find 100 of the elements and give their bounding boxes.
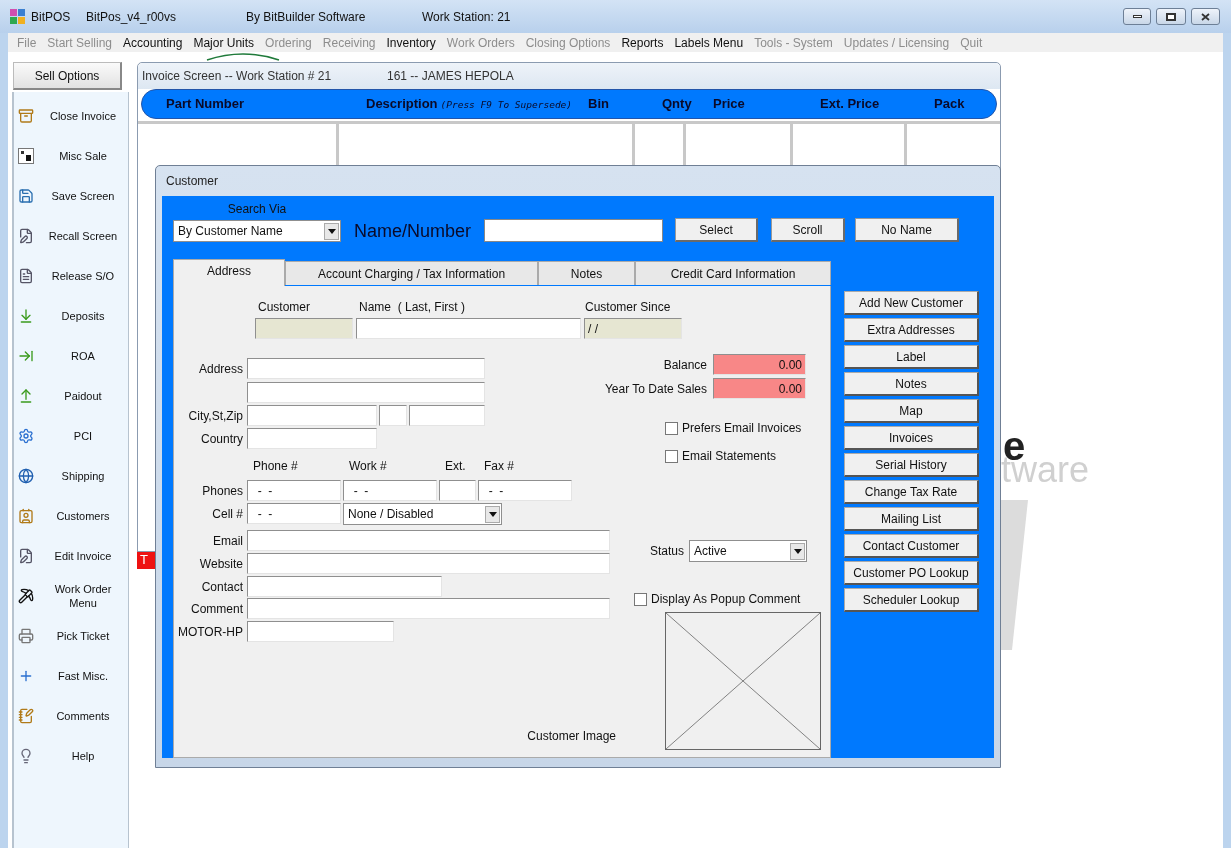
city-field[interactable] — [247, 405, 377, 426]
sidebar-item[interactable]: ROA — [14, 336, 128, 376]
comment-field[interactable] — [247, 598, 610, 619]
lightbulb-icon — [18, 748, 34, 764]
search-via-label: Search Via — [227, 201, 287, 218]
checkbox-label: Display As Popup Comment — [651, 591, 801, 608]
sidebar-item[interactable]: Save Screen — [14, 176, 128, 216]
pencil-document-icon — [18, 228, 34, 244]
dialog-button[interactable]: Select — [675, 218, 759, 242]
sidebar-item[interactable]: PCI — [14, 416, 128, 456]
sidebar-item[interactable]: Edit Invoice — [14, 536, 128, 576]
cell-carrier-dropdown[interactable]: None / Disabled — [343, 503, 502, 525]
printer-icon — [18, 628, 34, 644]
tab[interactable]: Notes — [538, 261, 635, 285]
field-label: Balance — [663, 356, 707, 374]
status-dropdown[interactable]: Active — [689, 540, 808, 562]
menu-item[interactable]: Reports — [621, 33, 664, 52]
down-arrow-icon — [18, 308, 34, 324]
menu-item[interactable]: Inventory — [386, 33, 436, 52]
column-label: Fax # — [484, 459, 514, 473]
motor-hp-field[interactable] — [247, 621, 394, 642]
sidebar-item[interactable]: Fast Misc. — [14, 656, 128, 696]
field-label: Customer Since — [584, 299, 672, 316]
zip-field[interactable] — [409, 405, 485, 426]
website-field[interactable] — [247, 553, 610, 574]
work-phone-field[interactable]: - - — [343, 480, 437, 501]
email-field[interactable] — [247, 530, 610, 551]
address-field[interactable] — [247, 382, 485, 403]
sidebar-item[interactable]: Shipping — [14, 456, 128, 496]
sidebar-item[interactable]: Recall Screen — [14, 216, 128, 256]
sidebar-item[interactable]: Customers — [14, 496, 128, 536]
sell-options-button[interactable]: Sell Options — [13, 62, 122, 90]
checkbox[interactable] — [665, 449, 678, 463]
action-button[interactable]: Label — [844, 345, 979, 369]
action-button[interactable]: Add New Customer — [844, 291, 979, 315]
action-button[interactable]: Invoices — [844, 426, 979, 450]
checkbox[interactable] — [634, 592, 647, 606]
sidebar-item[interactable]: Deposits — [14, 296, 128, 336]
field-label: Comment — [191, 600, 243, 618]
sidebar-item[interactable]: Paidout — [14, 376, 128, 416]
dialog-title: Customer — [166, 173, 218, 190]
tab[interactable]: Account Charging / Tax Information — [285, 261, 538, 285]
sidebar-item[interactable]: Comments — [14, 696, 128, 736]
action-button[interactable]: Change Tax Rate — [844, 480, 979, 504]
sidebar-item[interactable]: Misc Sale — [14, 136, 128, 176]
sidebar-item[interactable]: Release S/O — [14, 256, 128, 296]
notepad-icon — [18, 708, 34, 724]
column-header: Bin — [588, 95, 609, 114]
balance-field[interactable]: 0.00 — [713, 354, 806, 375]
field-label: MOTOR-HP — [177, 623, 243, 641]
fax-field[interactable]: - - — [478, 480, 572, 501]
field-label: Country — [200, 430, 243, 448]
menu-item[interactable]: Major Units — [193, 33, 255, 52]
dialog-button[interactable]: Scroll — [771, 218, 846, 242]
action-button[interactable]: Serial History — [844, 453, 979, 477]
action-button[interactable]: Scheduler Lookup — [844, 588, 979, 612]
state-field[interactable] — [379, 405, 407, 426]
customer-number-field[interactable] — [255, 318, 353, 339]
sidebar-item[interactable]: Pick Ticket — [14, 616, 128, 656]
minimize-button[interactable] — [1123, 8, 1151, 25]
window-title: BitPos_v4_r00vs — [86, 8, 178, 26]
app-logo-icon — [10, 9, 25, 24]
field-label: City,St,Zip — [188, 407, 243, 425]
close-button[interactable] — [1191, 8, 1220, 25]
tab[interactable]: Credit Card Information — [635, 261, 831, 285]
contact-card-icon — [18, 508, 34, 524]
column-label: Work # — [349, 459, 387, 473]
action-button[interactable]: Notes — [844, 372, 979, 396]
field-label: Phones — [202, 482, 243, 500]
country-field[interactable] — [247, 428, 377, 449]
action-button[interactable]: Map — [844, 399, 979, 423]
dialog-button[interactable]: No Name — [855, 218, 960, 242]
action-button[interactable]: Contact Customer — [844, 534, 979, 558]
cell-phone-field[interactable]: - - — [247, 503, 341, 524]
contact-field[interactable] — [247, 576, 442, 597]
customer-since-field[interactable]: / / — [584, 318, 682, 339]
maximize-button[interactable] — [1156, 8, 1186, 25]
sidebar-item[interactable]: Work Order Menu — [14, 576, 128, 616]
ytd-sales-field[interactable]: 0.00 — [713, 378, 806, 399]
phone-field[interactable]: - - — [247, 480, 341, 501]
column-label: Ext. — [445, 459, 466, 473]
menu-item[interactable]: Labels Menu — [674, 33, 744, 52]
search-via-dropdown[interactable]: By Customer Name — [173, 220, 341, 242]
tab[interactable]: Address — [173, 259, 285, 286]
address-field[interactable] — [247, 358, 485, 379]
name-number-field[interactable] — [484, 219, 664, 242]
extension-field[interactable] — [439, 480, 476, 501]
field-label: Name ( Last, First ) — [358, 299, 466, 316]
action-button[interactable]: Extra Addresses — [844, 318, 979, 342]
checkbox[interactable] — [665, 421, 678, 435]
close-icon — [1201, 12, 1210, 21]
action-button[interactable]: Customer PO Lookup — [844, 561, 979, 585]
menu-item[interactable]: Accounting — [123, 33, 183, 52]
window-title: Invoice Screen -- Work Station # 21 — [142, 68, 333, 85]
sidebar-item[interactable]: Close Invoice — [14, 96, 128, 136]
archive-icon — [18, 108, 34, 124]
action-button[interactable]: Mailing List — [844, 507, 979, 531]
name-field[interactable] — [356, 318, 581, 339]
sidebar-item[interactable]: Help — [14, 736, 128, 776]
field-label: Year To Date Sales — [604, 380, 707, 398]
